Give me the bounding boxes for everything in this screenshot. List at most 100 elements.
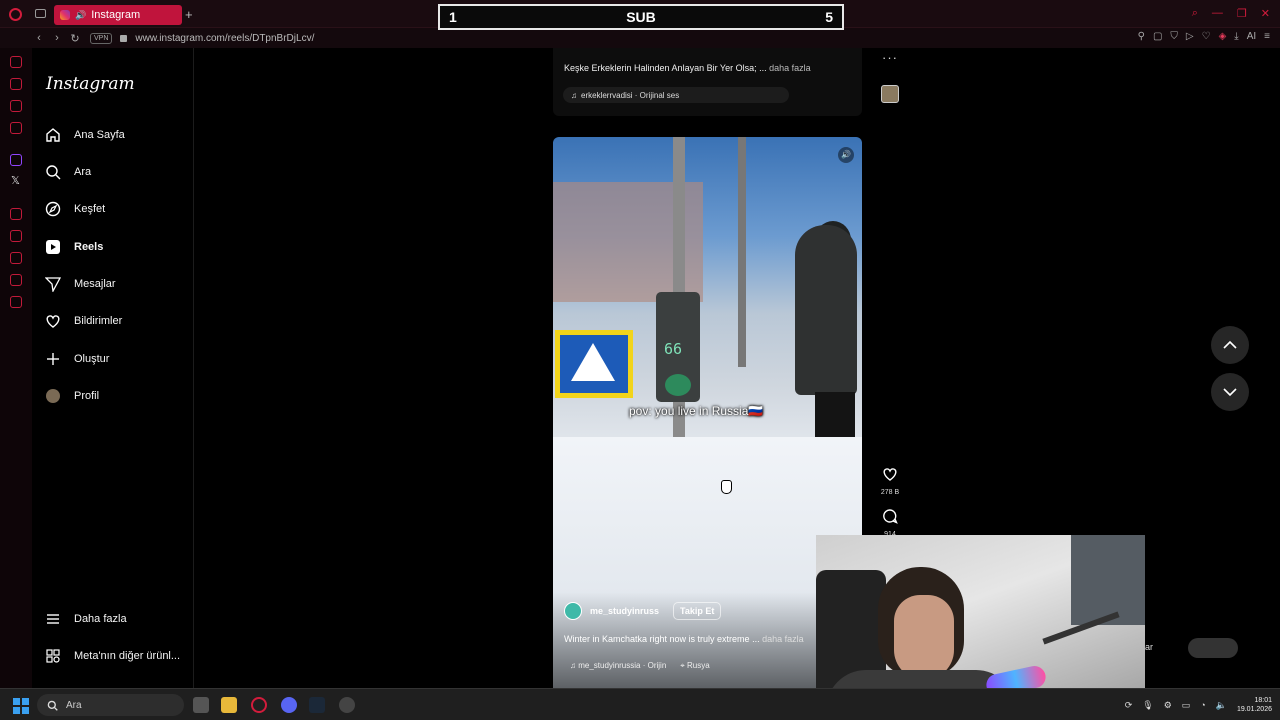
opera-sidebar: 𝕏	[0, 48, 32, 688]
taskbar-search[interactable]: Ara	[37, 694, 184, 716]
snapshot-icon[interactable]: ▢	[1153, 31, 1162, 42]
previous-reel-card[interactable]: Keşke Erkeklerin Halinden Anlayan Bir Ye…	[553, 48, 862, 116]
reload-button[interactable]: ↻	[66, 32, 84, 45]
search-icon	[44, 163, 62, 181]
nav-explore[interactable]: Keşfet	[44, 194, 189, 224]
new-tab-button[interactable]: +	[185, 7, 193, 22]
more-options-icon[interactable]: ···	[882, 50, 898, 65]
sidebar-pin-icon[interactable]	[10, 230, 22, 242]
author-name[interactable]: me_studyinruss	[590, 606, 659, 616]
music-icon: ♫	[570, 661, 579, 670]
toolbar-icons: ⚲ ▢ ⛉ ▷ ♡ ◈ ⤓ AI ≡	[1138, 31, 1270, 42]
nav-reels[interactable]: Reels	[44, 232, 189, 262]
hand-cursor-icon	[721, 480, 732, 494]
clock-date: 19.01.2026	[1236, 706, 1272, 713]
sidebar-chat-icon[interactable]	[10, 122, 22, 134]
minimize-button[interactable]: —	[1212, 7, 1223, 20]
windows-start-icon[interactable]	[13, 698, 29, 714]
nav-label: Ara	[74, 166, 92, 178]
reel-caption[interactable]: Winter in Kamchatka right now is truly e…	[564, 634, 804, 644]
nav-create[interactable]: Oluştur	[44, 344, 189, 374]
forward-button[interactable]: ›	[48, 32, 66, 44]
nav-meta-products[interactable]: Meta'nın diğer ürünl...	[44, 641, 189, 671]
heart-icon[interactable]: ♡	[1202, 31, 1211, 42]
steam-icon[interactable]	[309, 697, 325, 713]
sidebar-player-icon[interactable]	[10, 208, 22, 220]
reel-audio[interactable]: ♫ me_studyinrussia · Orijin	[570, 661, 666, 671]
nav-messages[interactable]: Mesajlar	[44, 269, 189, 299]
sidebar-history-icon[interactable]	[10, 252, 22, 264]
like-button[interactable]: 278 B	[876, 466, 904, 496]
close-button[interactable]: ✕	[1261, 7, 1270, 20]
nav-profile[interactable]: Profil	[44, 381, 189, 411]
wallet-icon[interactable]: ◈	[1219, 31, 1227, 42]
url-field[interactable]: www.instagram.com/reels/DTpnBrDjLcv/	[135, 33, 314, 44]
instagram-sidebar: Instagram Ana Sayfa Ara Keşfet Reels Mes…	[32, 48, 194, 688]
next-reel-button[interactable]	[1211, 373, 1249, 411]
caption-text: Winter in Kamchatka right now is truly e…	[564, 634, 760, 644]
nav-notifications[interactable]: Bildirimler	[44, 306, 189, 336]
search-tabs-icon[interactable]: ⌕	[1192, 7, 1198, 20]
nav-home[interactable]: Ana Sayfa	[44, 120, 189, 150]
sound-toggle-icon[interactable]: 🔊	[838, 147, 854, 163]
opera-logo-icon[interactable]	[9, 8, 22, 21]
clock[interactable]: 18:01 19.01.2026	[1237, 696, 1272, 714]
avatar-stack[interactable]	[1188, 638, 1238, 658]
play-icon[interactable]: ▷	[1186, 31, 1194, 42]
sidebar-extensions-icon[interactable]	[10, 274, 22, 286]
heart-icon	[44, 312, 62, 330]
download-icon[interactable]: ⤓	[1234, 31, 1238, 42]
nav-label: Bildirimler	[74, 315, 123, 327]
sidebar-settings-icon[interactable]	[10, 296, 22, 308]
tab-instagram[interactable]: 🔊 Instagram	[54, 5, 182, 25]
aria-ai-button[interactable]: AI	[1247, 31, 1256, 42]
nav-label: Reels	[74, 241, 104, 253]
tab-overview-icon[interactable]	[35, 9, 46, 18]
app-icon[interactable]	[339, 697, 355, 713]
task-view-icon[interactable]	[193, 697, 209, 713]
grid-icon	[44, 647, 62, 665]
audio-thumbnail[interactable]	[881, 85, 899, 103]
settings-icon[interactable]: ⚙	[1164, 700, 1172, 711]
reel-location[interactable]: ⌖ Rusya	[680, 661, 709, 671]
like-count: 278 B	[880, 489, 900, 496]
file-explorer-icon[interactable]	[221, 697, 237, 713]
volume-icon[interactable]: 🔈	[1216, 700, 1227, 711]
lock-icon[interactable]	[120, 34, 128, 42]
more-link[interactable]: daha fazla	[762, 634, 804, 644]
back-button[interactable]: ‹	[30, 32, 48, 44]
comment-button[interactable]: 914	[876, 508, 904, 538]
partial-label: ar	[1145, 642, 1154, 652]
previous-reel-caption[interactable]: Keşke Erkeklerin Halinden Anlayan Bir Ye…	[564, 63, 811, 73]
author-avatar[interactable]	[564, 602, 582, 620]
previous-reel-button[interactable]	[1211, 326, 1249, 364]
menu-icon[interactable]: ≡	[1264, 31, 1270, 42]
sidebar-twitch-icon[interactable]	[10, 154, 22, 166]
nav-label: Ana Sayfa	[74, 129, 125, 141]
chevron-up-icon	[1223, 340, 1237, 349]
follow-button[interactable]: Takip Et	[673, 602, 722, 620]
sidebar-x-icon[interactable]: 𝕏	[11, 174, 20, 187]
plus-icon	[44, 350, 62, 368]
pin-icon[interactable]: ⚲	[1138, 31, 1145, 42]
sidebar-shop-icon[interactable]	[10, 78, 22, 90]
sidebar-home-icon[interactable]	[10, 56, 22, 68]
network-icon[interactable]: ▭	[1182, 700, 1191, 711]
microphone-icon[interactable]: 🎙	[1142, 700, 1153, 711]
wifi-icon[interactable]: ◔	[1200, 700, 1205, 710]
nav-more[interactable]: Daha fazla	[44, 604, 189, 634]
shield-icon[interactable]: ⛉	[1170, 31, 1178, 42]
sidebar-messenger-icon[interactable]	[10, 100, 22, 112]
caption-text: Keşke Erkeklerin Halinden Anlayan Bir Ye…	[564, 63, 767, 73]
opera-taskbar-icon[interactable]	[251, 697, 267, 713]
vpn-badge[interactable]: VPN	[90, 32, 113, 44]
traffic-light-green	[665, 374, 691, 396]
previous-reel-audio[interactable]: ♫ erkeklerrvadisi · Orijinal ses	[563, 87, 789, 103]
restore-button[interactable]: ❐	[1237, 7, 1247, 20]
instagram-logo[interactable]: Instagram	[46, 74, 135, 94]
nav-search[interactable]: Ara	[44, 157, 189, 187]
speaker-icon[interactable]: 🔊	[75, 10, 86, 21]
update-icon[interactable]: ⟳	[1125, 700, 1133, 711]
more-link[interactable]: daha fazla	[769, 63, 811, 73]
discord-icon[interactable]	[281, 697, 297, 713]
